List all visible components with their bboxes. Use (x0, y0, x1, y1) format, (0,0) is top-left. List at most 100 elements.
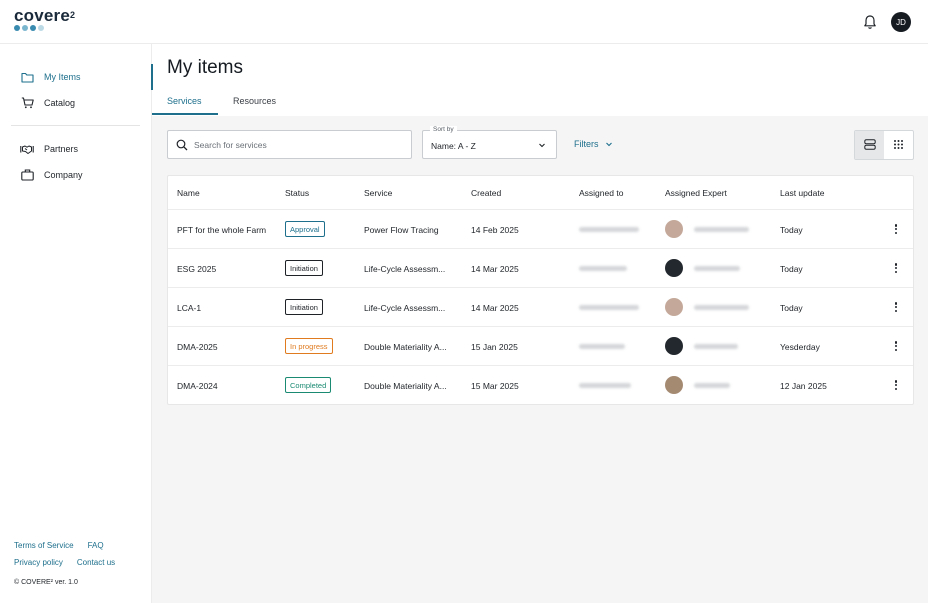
row-last-update: 12 Jan 2025 (780, 381, 827, 391)
expert-avatar (665, 259, 683, 277)
footer-links-row-1: Terms of Service FAQ (14, 541, 104, 550)
logo-dot (22, 25, 28, 31)
status-badge: Initiation (285, 260, 323, 276)
row-name: LCA-1 (177, 303, 202, 313)
page-title: My items (167, 57, 243, 78)
status-badge: In progress (285, 338, 333, 354)
expert-name-redacted (694, 383, 730, 388)
filters-label: Filters (574, 139, 599, 149)
column-header-assigned-expert[interactable]: Assigned Expert (665, 188, 727, 198)
logo-dot (30, 25, 36, 31)
column-header-created[interactable]: Created (471, 188, 501, 198)
assigned-to-redacted (579, 305, 639, 310)
table-row[interactable]: LCA-1 Initiation Life-Cycle Assessm... 1… (168, 287, 913, 326)
sidebar-item-my-items[interactable]: My Items (0, 64, 153, 90)
top-bar: covere2 JD (0, 0, 928, 44)
expert-name-redacted (694, 305, 749, 310)
user-avatar[interactable]: JD (891, 12, 911, 32)
sort-label: Sort by (430, 126, 457, 133)
expert-avatar (665, 376, 683, 394)
terms-link[interactable]: Terms of Service (14, 541, 74, 550)
active-tab-indicator (152, 113, 218, 115)
folder-icon (20, 70, 34, 84)
row-last-update: Today (780, 264, 803, 274)
search-icon (176, 139, 188, 151)
sidebar-item-company[interactable]: Company (0, 164, 152, 186)
privacy-link[interactable]: Privacy policy (14, 558, 63, 567)
sidebar-item-label: My Items (44, 72, 81, 82)
status-badge: Approval (285, 221, 325, 237)
status-badge: Completed (285, 377, 332, 393)
sidebar: My Items Catalog Partners Company Terms … (0, 44, 153, 603)
row-created: 14 Mar 2025 (471, 303, 519, 313)
sort-value: Name: A - Z (431, 141, 476, 151)
briefcase-icon (20, 168, 34, 182)
column-header-status[interactable]: Status (285, 188, 309, 198)
main-content: My items Services Resources Sort by Name… (152, 44, 928, 603)
table-row[interactable]: DMA-2025 In progress Double Materiality … (168, 326, 913, 365)
assigned-to-redacted (579, 266, 627, 271)
assigned-to-redacted (579, 227, 639, 232)
more-options-icon[interactable] (891, 222, 901, 236)
row-service: Power Flow Tracing (364, 225, 439, 235)
sidebar-item-partners[interactable]: Partners (0, 138, 152, 160)
row-last-update: Yesderday (780, 342, 820, 352)
chevron-down-icon (605, 140, 613, 148)
tab-bar: Services Resources (152, 94, 928, 116)
sidebar-item-label: Partners (44, 144, 79, 154)
services-table: Name Status Service Created Assigned to … (167, 175, 914, 405)
expert-avatar (665, 220, 683, 238)
footer-links-row-2: Privacy policy Contact us (14, 558, 115, 567)
column-header-service[interactable]: Service (364, 188, 392, 198)
table-row[interactable]: DMA-2024 Completed Double Materiality A.… (168, 365, 913, 404)
row-created: 14 Mar 2025 (471, 264, 519, 274)
row-created: 15 Mar 2025 (471, 381, 519, 391)
assigned-to-redacted (579, 344, 625, 349)
row-name: PFT for the whole Farm (177, 225, 267, 235)
table-row[interactable]: ESG 2025 Initiation Life-Cycle Assessm..… (168, 248, 913, 287)
expert-avatar (665, 298, 683, 316)
column-header-assigned-to[interactable]: Assigned to (579, 188, 623, 198)
table-row[interactable]: PFT for the whole Farm Approval Power Fl… (168, 209, 913, 248)
chevron-down-icon (538, 141, 546, 149)
list-view-button[interactable] (855, 131, 884, 159)
grid-view-button[interactable] (884, 131, 913, 159)
assigned-to-redacted (579, 383, 631, 388)
faq-link[interactable]: FAQ (88, 541, 104, 550)
sidebar-item-catalog[interactable]: Catalog (0, 92, 152, 114)
cart-icon (20, 96, 34, 110)
expert-avatar (665, 337, 683, 355)
logo-wordmark: covere2 (14, 6, 76, 25)
grid-view-icon (893, 139, 904, 152)
filters-button[interactable]: Filters (574, 139, 613, 149)
status-badge: Initiation (285, 299, 323, 315)
more-options-icon[interactable] (891, 339, 901, 353)
logo-dot (14, 25, 20, 31)
row-name: ESG 2025 (177, 264, 217, 274)
expert-name-redacted (694, 227, 749, 232)
row-last-update: Today (780, 303, 803, 313)
expert-name-redacted (694, 344, 738, 349)
contact-link[interactable]: Contact us (77, 558, 115, 567)
more-options-icon[interactable] (891, 378, 901, 392)
column-header-last-update[interactable]: Last update (780, 188, 824, 198)
bell-icon[interactable] (861, 13, 879, 31)
covere-logo[interactable]: covere2 (14, 7, 75, 31)
tab-services[interactable]: Services (167, 96, 202, 106)
more-options-icon[interactable] (891, 300, 901, 314)
handshake-icon (20, 142, 34, 156)
search-input[interactable] (194, 139, 394, 150)
expert-name-redacted (694, 266, 740, 271)
sidebar-item-label: Company (44, 170, 83, 180)
row-name: DMA-2024 (177, 381, 218, 391)
more-options-icon[interactable] (891, 261, 901, 275)
row-created: 15 Jan 2025 (471, 342, 518, 352)
tab-resources[interactable]: Resources (233, 96, 276, 106)
column-header-name[interactable]: Name (177, 188, 200, 198)
logo-dot (38, 25, 44, 31)
row-service: Double Materiality A... (364, 381, 447, 391)
search-box[interactable] (167, 130, 412, 159)
row-service: Life-Cycle Assessm... (364, 303, 446, 313)
logo-dots (14, 25, 75, 31)
sort-select[interactable]: Sort by Name: A - Z (422, 126, 557, 159)
